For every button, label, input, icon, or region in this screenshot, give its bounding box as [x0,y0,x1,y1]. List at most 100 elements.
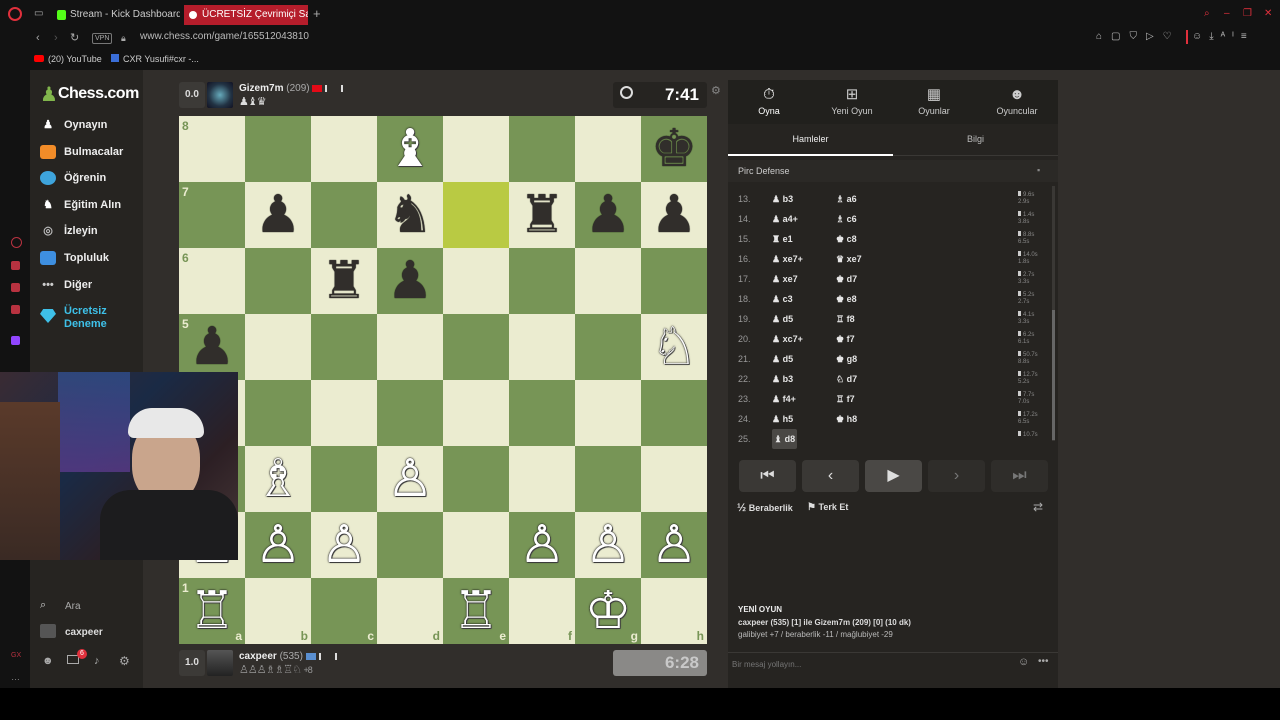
white-move[interactable]: ♜ e1 [772,229,793,249]
square-e1[interactable]: e ♖ [443,578,509,644]
scrollbar-thumb[interactable] [1052,310,1055,440]
square-f6[interactable] [509,248,575,314]
white-piece[interactable]: ♘ [641,314,707,380]
white-piece[interactable]: ♝ [377,116,443,182]
square-c2[interactable]: ♙ [311,512,377,578]
black-move[interactable]: ♖ f8 [836,309,855,329]
square-d4[interactable] [377,380,443,446]
tab-games[interactable]: ▦ Oyunlar [894,86,974,116]
chess-board[interactable]: 8♝♚7♟♞♜♟♟6♜♟5♟♘43♗♙2♙♙♙♙♙♙1a♖bcde♖fg♔h [179,116,707,644]
back-icon[interactable]: ‹ [36,30,40,46]
white-move[interactable]: ♟ d5 [772,349,793,369]
white-piece[interactable]: ♖ [179,578,245,644]
nav-puzzles[interactable]: Bulmacalar [40,140,123,164]
black-move[interactable]: ♚ e8 [836,289,857,309]
square-g1[interactable]: g ♔ [575,578,641,644]
white-piece[interactable]: ♖ [443,578,509,644]
gear-icon[interactable]: ⚙ [711,84,721,97]
player-avatar[interactable] [207,650,233,676]
black-piece[interactable]: ♜ [311,248,377,314]
tab-new-game[interactable]: ⊞ Yeni Oyun [812,86,892,116]
nav-watch[interactable]: ◎ İzleyin [40,219,97,243]
square-f4[interactable] [509,380,575,446]
settings-icon[interactable]: ⚙ [119,654,130,668]
square-e7[interactable] [443,182,509,248]
chesscom-logo[interactable]: ♟ Chess.com [40,82,139,106]
square-e3[interactable] [443,446,509,512]
maximize-button[interactable]: ❐ [1243,8,1252,19]
square-h1[interactable]: h [641,578,707,644]
tab-kick-dashboard[interactable]: Stream - Kick Dashboard [52,5,180,25]
square-c7[interactable] [311,182,377,248]
square-c8[interactable] [311,116,377,182]
square-h6[interactable] [641,248,707,314]
square-b3[interactable]: ♗ [245,446,311,512]
black-piece[interactable]: ♚ [641,116,707,182]
square-c4[interactable] [311,380,377,446]
nav-search[interactable]: Ara [65,601,81,612]
black-piece[interactable]: ♞ [377,182,443,248]
square-b4[interactable] [245,380,311,446]
square-b6[interactable] [245,248,311,314]
close-button[interactable]: ✕ [1264,8,1272,19]
white-piece[interactable]: ♙ [311,512,377,578]
book-icon[interactable]: ▪ [1037,165,1040,175]
white-piece[interactable]: ♙ [509,512,575,578]
opponent-avatar[interactable] [207,82,233,108]
white-piece[interactable]: ♔ [575,578,641,644]
square-a5[interactable]: 5 ♟ [179,314,245,380]
square-e2[interactable] [443,512,509,578]
square-e8[interactable] [443,116,509,182]
black-piece[interactable]: ♜ [509,182,575,248]
square-b2[interactable]: ♙ [245,512,311,578]
square-d5[interactable] [377,314,443,380]
white-move[interactable]: ♟ h5 [772,409,793,429]
white-piece[interactable]: ♗ [245,446,311,512]
instagram-icon[interactable] [11,305,20,314]
square-h8[interactable]: ♚ [641,116,707,182]
twitch-icon[interactable] [11,336,20,345]
square-a1[interactable]: 1 a ♖ [179,578,245,644]
nav-play[interactable]: ♟ Oynayın [40,113,107,137]
messenger-icon[interactable] [11,283,20,292]
square-d1[interactable]: d [377,578,443,644]
square-h4[interactable] [641,380,707,446]
square-h2[interactable]: ♙ [641,512,707,578]
tab-chess-active[interactable]: ÜCRETSİZ Çevrimiçi Satra [184,5,308,25]
nav-more[interactable]: ••• Diğer [40,273,92,297]
black-move[interactable]: ♗ c6 [836,209,857,229]
square-c5[interactable] [311,314,377,380]
black-move[interactable]: ♛ xe7 [836,249,862,269]
nav-coach[interactable]: ♞ Eğitim Alın [40,193,121,217]
black-piece[interactable]: ♟ [575,182,641,248]
player-name-row[interactable]: caxpeer (535) [239,651,337,662]
last-move-button[interactable]: ⏭ [991,460,1048,492]
nav-username[interactable]: caxpeer [65,627,103,638]
black-move[interactable]: ♗ a6 [836,189,857,209]
toolbar-icons[interactable]: ⌂▢⛉▷♡ [1096,31,1181,42]
square-g8[interactable] [575,116,641,182]
square-d8[interactable]: ♝ [377,116,443,182]
nav-community[interactable]: Topluluk [40,246,109,270]
tab-menu-icon[interactable]: ▭ [34,8,43,19]
white-piece[interactable]: ♙ [377,446,443,512]
draw-button[interactable]: ½ Beraberlik [737,502,793,514]
white-move[interactable]: ♟ b3 [772,189,793,209]
white-piece[interactable]: ♙ [575,512,641,578]
nav-free-trial[interactable]: Ücretsiz Deneme [40,305,124,331]
subtab-info[interactable]: Bilgi [893,128,1058,156]
white-move[interactable]: ♟ a4+ [772,209,798,229]
square-c6[interactable]: ♜ [311,248,377,314]
square-a6[interactable]: 6 [179,248,245,314]
square-f3[interactable] [509,446,575,512]
black-move[interactable]: ♚ c8 [836,229,857,249]
white-piece[interactable]: ♙ [641,512,707,578]
square-h5[interactable]: ♘ [641,314,707,380]
square-d3[interactable]: ♙ [377,446,443,512]
square-f8[interactable] [509,116,575,182]
white-piece[interactable]: ♙ [245,512,311,578]
next-move-button[interactable]: › [928,460,985,492]
extensions-icon[interactable] [11,261,20,270]
square-g4[interactable] [575,380,641,446]
square-e4[interactable] [443,380,509,446]
